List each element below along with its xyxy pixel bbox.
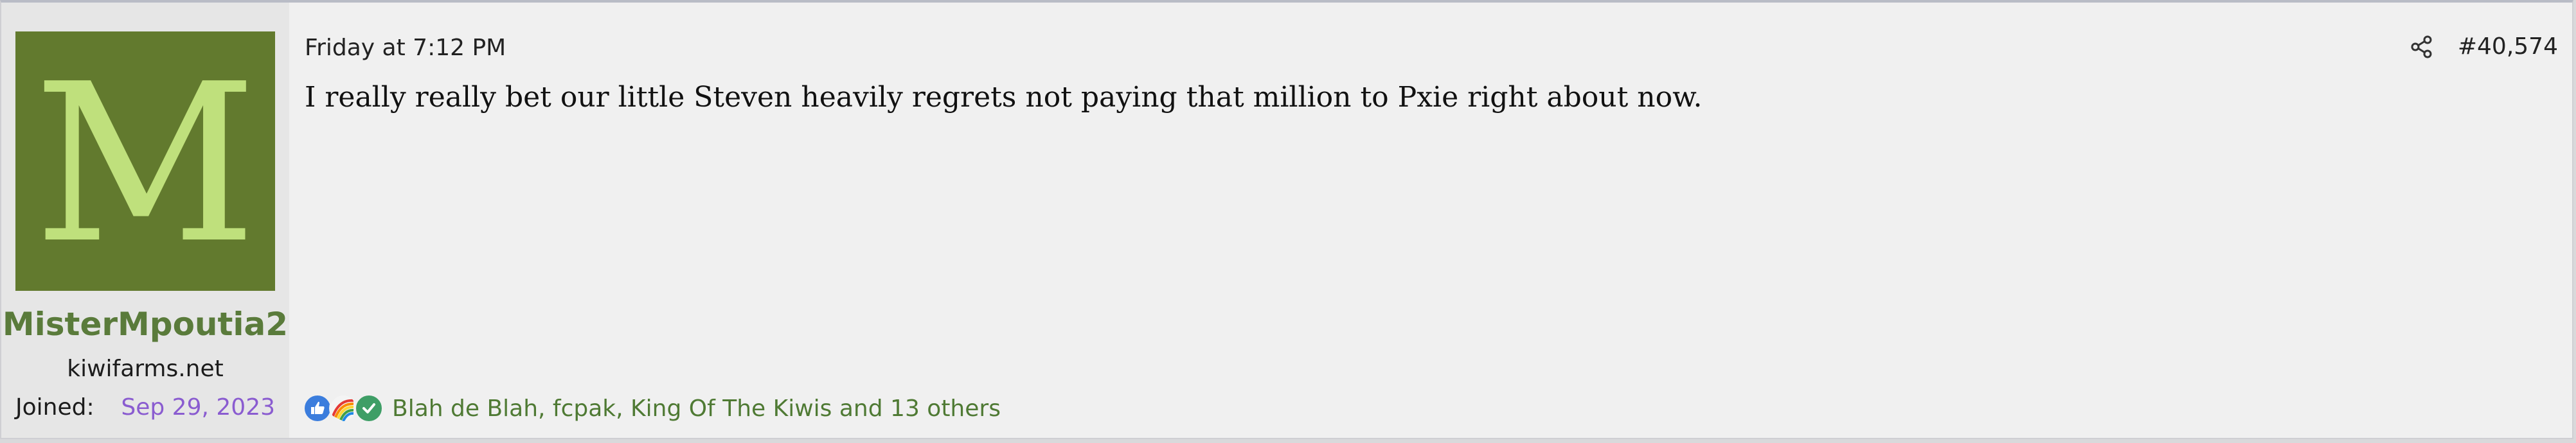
- reaction-icons: [303, 394, 383, 422]
- share-icon[interactable]: [2409, 34, 2435, 60]
- joined-date: Sep 29, 2023: [121, 394, 275, 421]
- avatar[interactable]: M: [15, 31, 275, 291]
- post-number-link[interactable]: #40,574: [2458, 33, 2558, 60]
- user-title: kiwifarms.net: [67, 356, 224, 382]
- forum-post: M MisterMpoutia2 kiwifarms.net Joined: S…: [0, 0, 2573, 439]
- rainbow-icon: [329, 394, 357, 422]
- post-message: I really really bet our little Steven he…: [305, 81, 1703, 114]
- avatar-letter: M: [33, 37, 258, 291]
- check-icon: [355, 394, 383, 422]
- username-link[interactable]: MisterMpoutia2: [1, 306, 289, 343]
- reactions-bar[interactable]: Blah de Blah, fcpak, King Of The Kiwis a…: [303, 394, 1001, 422]
- reaction-users-link[interactable]: Blah de Blah, fcpak, King Of The Kiwis a…: [392, 395, 1001, 422]
- post-actions: #40,574: [2409, 33, 2558, 60]
- user-cell: M MisterMpoutia2 kiwifarms.net Joined: S…: [1, 3, 289, 438]
- post-date-link[interactable]: Friday at 7:12 PM: [305, 35, 506, 61]
- like-icon: [303, 394, 332, 422]
- joined-label: Joined:: [15, 394, 94, 421]
